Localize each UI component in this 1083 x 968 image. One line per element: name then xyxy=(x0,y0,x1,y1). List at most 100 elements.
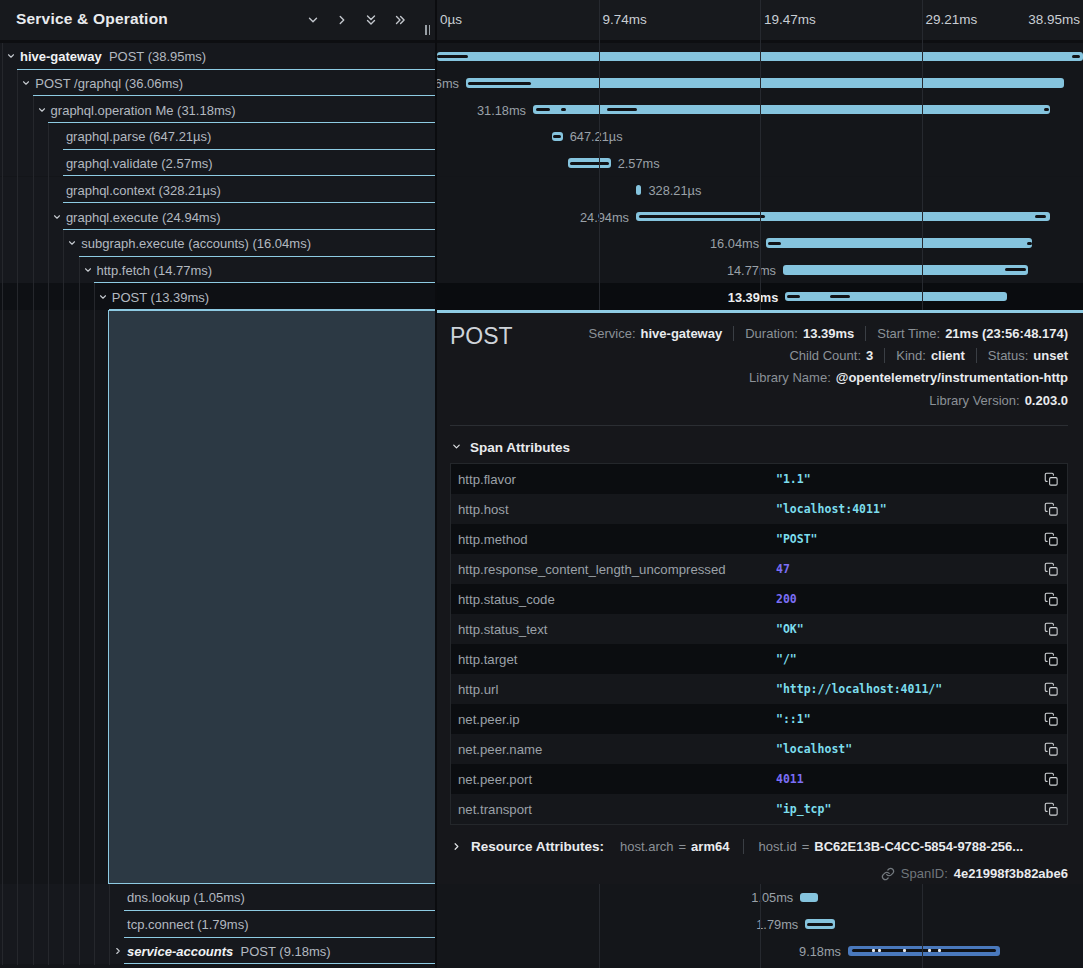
child-span-marker xyxy=(536,108,550,111)
span-duration-label: 1.05ms xyxy=(751,890,793,905)
meta-label: Library Name: xyxy=(749,370,831,385)
copy-icon[interactable] xyxy=(1035,472,1067,487)
span-row-name[interactable]: POST (13.39ms) xyxy=(0,283,435,310)
indent-guide xyxy=(2,43,3,965)
resource-attribute: host.arch=arm64 xyxy=(620,839,729,854)
chevron-down-icon[interactable] xyxy=(52,212,62,222)
trace-viewer: Service & Operation 0µs9.74ms19.47ms29.2… xyxy=(0,0,1083,968)
span-name-label: graphql.parse (647.21µs) xyxy=(66,129,212,144)
span-bar[interactable] xyxy=(636,185,641,195)
copy-icon[interactable] xyxy=(1035,802,1067,817)
child-span-marker xyxy=(639,215,766,218)
timeline-tick-label: 29.21ms xyxy=(926,12,978,27)
copy-icon[interactable] xyxy=(1035,652,1067,667)
span-row-name[interactable]: graphql.operation Me (31.18ms) xyxy=(0,96,435,123)
span-bar[interactable] xyxy=(785,292,1007,302)
attribute-row: net.peer.port4011 xyxy=(451,764,1067,794)
meta-field: Child Count:3 xyxy=(789,348,873,363)
meta-field: Kind:client xyxy=(884,348,965,363)
meta-value: 21ms (23:56:48.174) xyxy=(945,326,1068,341)
span-name-label: hive-gateway POST (38.95ms) xyxy=(20,49,206,64)
meta-label: Status: xyxy=(988,348,1028,363)
expand-one-icon[interactable] xyxy=(335,13,349,27)
meta-line: Library Name:@opentelemetry/instrumentat… xyxy=(749,367,1068,389)
child-span-marker xyxy=(553,135,561,138)
attribute-value: "OK" xyxy=(776,622,1035,636)
span-duration-label: 24.94ms xyxy=(580,209,629,224)
attribute-key: http.response_content_length_uncompresse… xyxy=(451,562,776,577)
copy-icon[interactable] xyxy=(1035,592,1067,607)
collapse-one-icon[interactable] xyxy=(306,13,320,27)
span-row-name[interactable]: graphql.context (328.21µs) xyxy=(0,177,435,204)
span-row-name[interactable]: http.fetch (14.77ms) xyxy=(0,257,435,284)
span-row-name[interactable]: graphql.execute (24.94ms) xyxy=(0,203,435,230)
indent-guide xyxy=(109,884,110,965)
span-name-label: graphql.execute (24.94ms) xyxy=(66,209,221,224)
copy-icon[interactable] xyxy=(1035,532,1067,547)
meta-label: Child Count: xyxy=(789,348,861,363)
span-name-label: dns.lookup (1.05ms) xyxy=(127,890,245,905)
span-bar[interactable] xyxy=(783,265,1028,275)
attribute-value: 47 xyxy=(776,562,1035,576)
span-row-name[interactable]: graphql.validate (2.57ms) xyxy=(0,150,435,177)
span-row-name[interactable]: subgraph.execute (accounts) (16.04ms) xyxy=(0,230,435,257)
copy-icon[interactable] xyxy=(1035,682,1067,697)
span-detail-meta: Service:hive-gatewayDuration:13.39msStar… xyxy=(589,322,1068,412)
attribute-row: http.host"localhost:4011" xyxy=(451,494,1067,524)
span-bar[interactable] xyxy=(766,238,1032,248)
resource-attributes-title: Resource Attributes: xyxy=(471,839,604,854)
span-bar[interactable] xyxy=(466,78,1064,88)
indent-guide xyxy=(17,70,18,965)
attribute-key: http.target xyxy=(451,652,776,667)
chevron-down-icon[interactable] xyxy=(83,265,93,275)
attribute-row: net.transport"ip_tcp" xyxy=(451,794,1067,824)
copy-icon[interactable] xyxy=(1035,502,1067,517)
child-span-marker xyxy=(787,295,800,298)
copy-icon[interactable] xyxy=(1035,622,1067,637)
attribute-key: http.status_code xyxy=(451,592,776,607)
copy-icon[interactable] xyxy=(1035,562,1067,577)
span-bar[interactable] xyxy=(800,893,817,903)
panel-resizer-handle[interactable] xyxy=(425,25,430,35)
span-duration-label: 16.04ms xyxy=(710,236,759,251)
span-attributes-table: http.flavor"1.1"http.host"localhost:4011… xyxy=(450,463,1068,825)
copy-icon[interactable] xyxy=(1035,772,1067,787)
resource-key: host.arch xyxy=(620,839,673,854)
span-row-name[interactable]: tcp.connect (1.79ms) xyxy=(0,911,435,938)
chevron-right-icon[interactable] xyxy=(113,946,123,956)
child-span-marker xyxy=(768,242,781,245)
attribute-row: http.status_text"OK" xyxy=(451,614,1067,644)
span-detail-panel: POST Service:hive-gatewayDuration:13.39m… xyxy=(437,310,1083,884)
chevron-down-icon[interactable] xyxy=(6,51,16,61)
span-row-name[interactable]: hive-gateway POST (38.95ms) xyxy=(0,43,435,70)
chevron-down-icon[interactable] xyxy=(21,78,31,88)
meta-field: Status:unset xyxy=(976,348,1068,363)
link-icon[interactable] xyxy=(881,867,895,881)
attribute-row: http.status_code200 xyxy=(451,584,1067,614)
expand-all-icon[interactable] xyxy=(393,13,407,27)
span-duration-label: 328.21µs xyxy=(648,182,701,197)
span-detail-left-region xyxy=(108,310,435,884)
attribute-value: "ip_tcp" xyxy=(776,802,1035,816)
resource-attributes-row[interactable]: Resource Attributes: host.arch=arm64host… xyxy=(451,839,1023,854)
chevron-down-icon[interactable] xyxy=(37,105,47,115)
span-row-name[interactable]: dns.lookup (1.05ms) xyxy=(0,884,435,911)
span-name-label: subgraph.execute (accounts) (16.04ms) xyxy=(81,236,311,251)
attribute-value: "localhost:4011" xyxy=(776,502,1035,516)
collapse-all-icon[interactable] xyxy=(364,13,378,27)
attribute-key: net.transport xyxy=(451,802,776,817)
span-id-row: SpanID: 4e21998f3b82abe6 xyxy=(881,866,1068,881)
equals-sign: = xyxy=(679,839,687,854)
span-row-name[interactable]: POST /graphql (36.06ms) xyxy=(0,70,435,97)
copy-icon[interactable] xyxy=(1035,712,1067,727)
span-name-label: service-accounts POST (9.18ms) xyxy=(127,943,331,958)
span-row-name[interactable]: service-accounts POST (9.18ms) xyxy=(0,938,435,965)
chevron-down-icon[interactable] xyxy=(98,292,108,302)
span-duration-label: 1.79ms xyxy=(756,917,798,932)
attribute-value: "/" xyxy=(776,652,1035,666)
span-attributes-header[interactable]: Span Attributes xyxy=(451,440,570,455)
chevron-down-icon[interactable] xyxy=(67,238,77,248)
attribute-key: net.peer.port xyxy=(451,772,776,787)
span-row-name[interactable]: graphql.parse (647.21µs) xyxy=(0,123,435,150)
copy-icon[interactable] xyxy=(1035,742,1067,757)
